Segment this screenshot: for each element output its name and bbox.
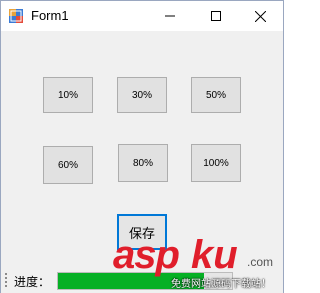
progress-label: 进度： (14, 275, 51, 289)
maximize-button[interactable] (193, 1, 239, 31)
minimize-icon (165, 11, 175, 21)
progress-60-button[interactable]: 60% (43, 146, 93, 184)
progress-80-button[interactable]: 80% (118, 144, 168, 182)
minimize-button[interactable] (147, 1, 193, 31)
window-title: Form1 (31, 8, 69, 23)
progress-100-button[interactable]: 100% (191, 144, 241, 182)
progress-bar (57, 272, 233, 290)
maximize-icon (211, 11, 221, 21)
app-icon (9, 9, 23, 23)
title-bar[interactable]: Form1 (1, 1, 283, 31)
progress-30-button[interactable]: 30% (117, 77, 167, 113)
progress-fill (58, 273, 205, 289)
status-bar: 进度： (1, 268, 283, 293)
save-button[interactable]: 保存 (117, 214, 167, 250)
close-icon (254, 10, 266, 22)
watermark-com: .com (247, 255, 274, 269)
form-window: Form1 10% 30% 50% 60% 80% 100% 保存 进度： as… (0, 0, 284, 293)
close-button[interactable] (237, 1, 283, 31)
progress-10-button[interactable]: 10% (43, 77, 93, 113)
progress-50-button[interactable]: 50% (191, 77, 241, 113)
status-grip-icon (5, 273, 9, 287)
